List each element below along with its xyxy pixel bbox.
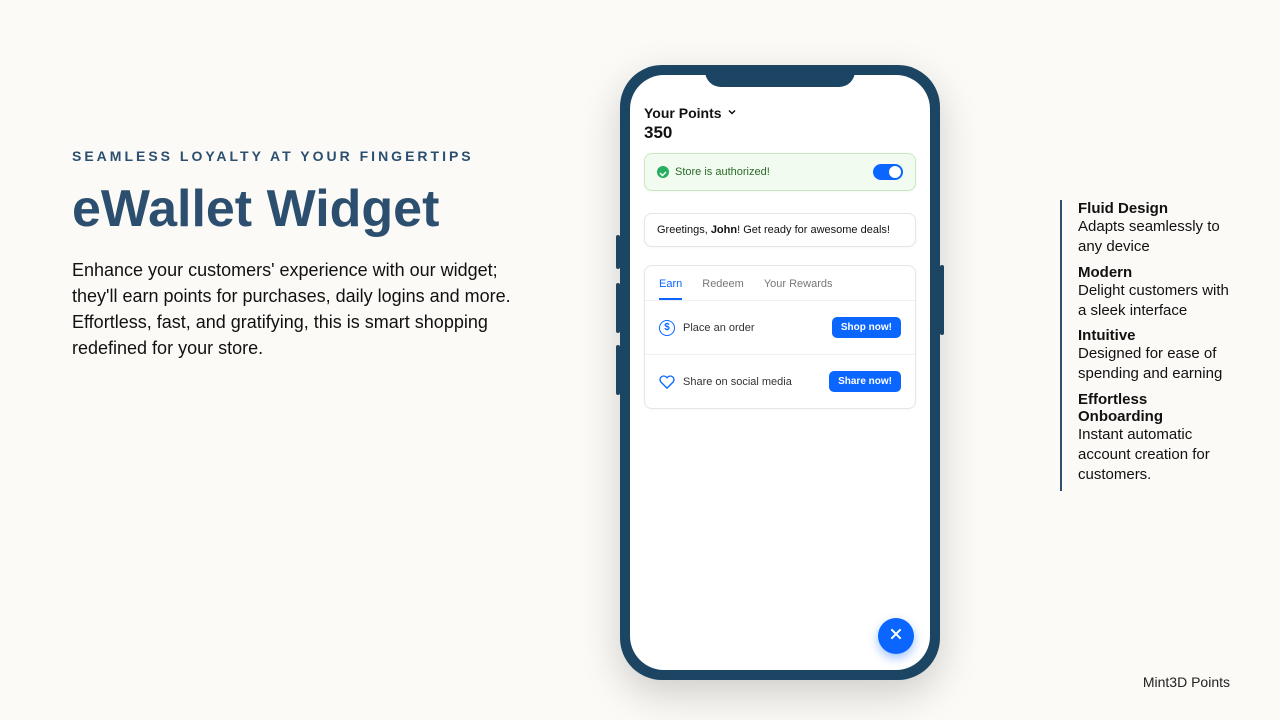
earn-card: Earn Redeem Your Rewards $ Place an orde… [644, 265, 916, 409]
tab-rewards[interactable]: Your Rewards [764, 278, 833, 300]
points-value: 350 [644, 123, 916, 143]
feature-title: Intuitive [1078, 327, 1230, 344]
greeting-pre: Greetings, [657, 224, 711, 236]
phone-side-button [616, 235, 620, 269]
points-label: Your Points [644, 105, 722, 121]
auth-status-text: Store is authorized! [675, 166, 770, 178]
action-label: Share on social media [683, 376, 792, 388]
tab-redeem[interactable]: Redeem [702, 278, 744, 300]
feature-title: Modern [1078, 264, 1230, 281]
action-label: Place an order [683, 322, 755, 334]
feature-list: Fluid Design Adapts seamlessly to any de… [1060, 200, 1230, 491]
eyebrow-text: SEAMLESS LOYALTY AT YOUR FINGERTIPS [72, 148, 542, 164]
tabs: Earn Redeem Your Rewards [645, 266, 915, 300]
page-description: Enhance your customers' experience with … [72, 257, 542, 361]
auth-status-card: Store is authorized! [644, 153, 916, 191]
greeting-post: ! Get ready for awesome deals! [737, 224, 890, 236]
heart-icon [659, 374, 675, 390]
points-dropdown[interactable]: Your Points [644, 105, 916, 121]
tab-earn[interactable]: Earn [659, 278, 682, 300]
phone-mockup: Your Points 350 Store is authorized! Gre… [620, 65, 940, 680]
dollar-icon: $ [659, 320, 675, 336]
feature-desc: Adapts seamlessly to any device [1078, 217, 1230, 258]
greeting-name: John [711, 224, 737, 236]
page-title: eWallet Widget [72, 182, 542, 237]
phone-side-button [940, 265, 944, 335]
check-circle-icon [657, 166, 669, 178]
feature-desc: Delight customers with a sleek interface [1078, 281, 1230, 322]
close-icon [888, 626, 904, 647]
action-row-order: $ Place an order Shop now! [645, 300, 915, 354]
feature-desc: Instant automatic account creation for c… [1078, 425, 1230, 486]
chevron-down-icon [726, 105, 738, 121]
close-fab[interactable] [878, 618, 914, 654]
phone-notch [705, 65, 855, 87]
brand-footer: Mint3D Points [1143, 674, 1230, 690]
feature-title: Fluid Design [1078, 200, 1230, 217]
phone-side-button [616, 283, 620, 333]
feature-title: Effortless Onboarding [1078, 391, 1230, 425]
share-now-button[interactable]: Share now! [829, 371, 901, 392]
greeting-card: Greetings, John! Get ready for awesome d… [644, 213, 916, 247]
phone-screen: Your Points 350 Store is authorized! Gre… [630, 75, 930, 670]
shop-now-button[interactable]: Shop now! [832, 317, 901, 338]
action-row-share: Share on social media Share now! [645, 354, 915, 408]
phone-side-button [616, 345, 620, 395]
auth-toggle[interactable] [873, 164, 903, 180]
feature-desc: Designed for ease of spending and earnin… [1078, 344, 1230, 385]
